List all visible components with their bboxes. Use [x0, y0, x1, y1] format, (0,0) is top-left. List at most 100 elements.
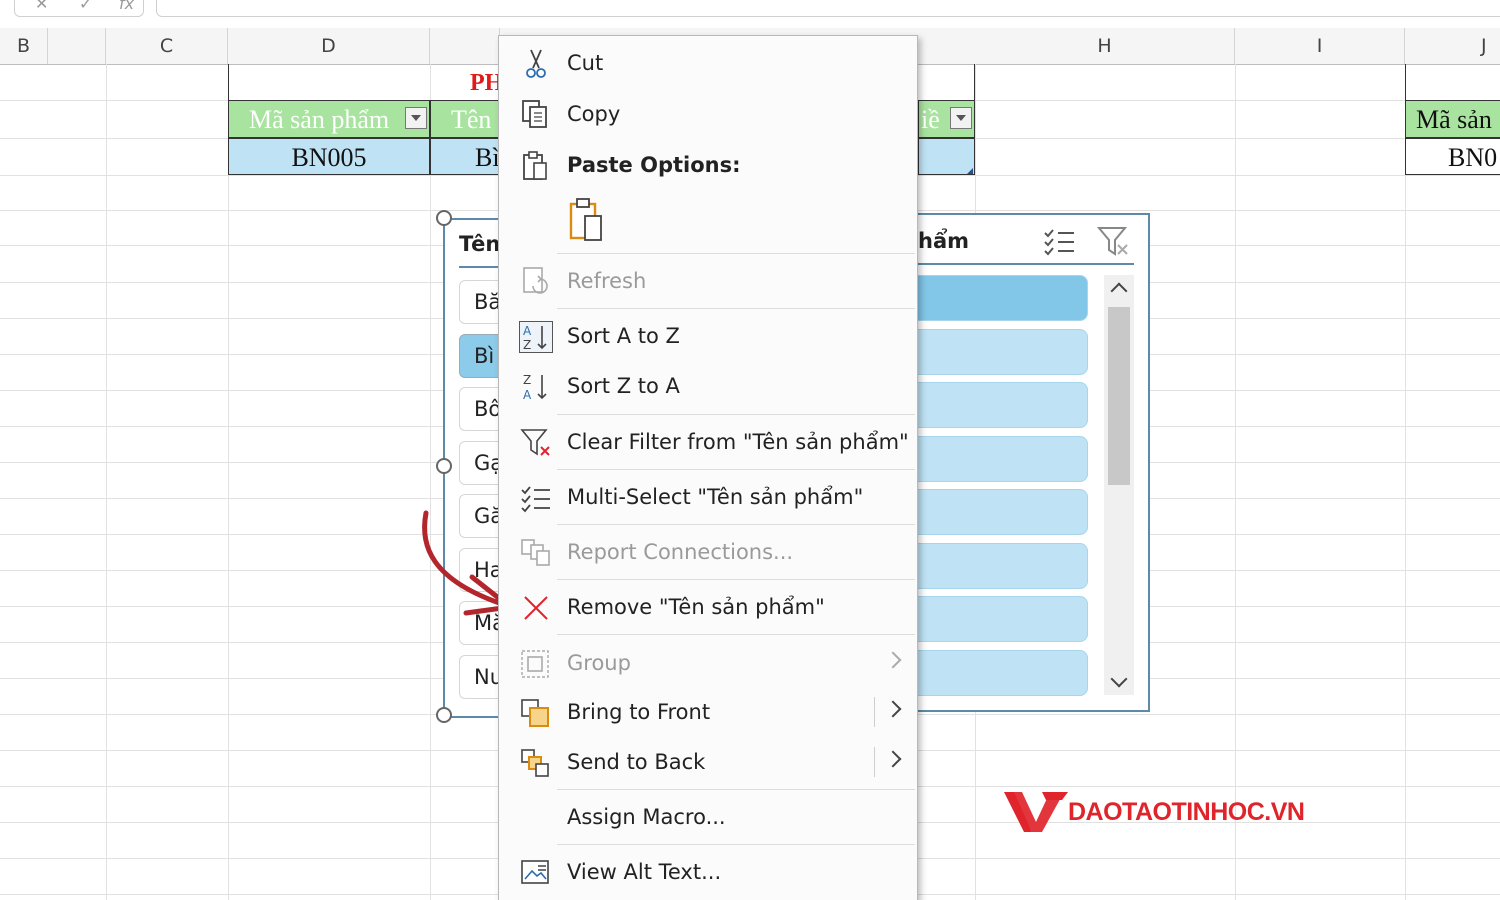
- svg-text:A: A: [523, 324, 532, 338]
- menu-label: Multi-Select "Tên sản phẩm": [567, 485, 864, 509]
- header-label: iề: [921, 105, 940, 134]
- logo-v-icon: [1004, 792, 1068, 832]
- column-header-i[interactable]: I: [1235, 28, 1405, 64]
- menu-label: Cut: [567, 51, 604, 75]
- report-connections-icon: [519, 537, 553, 569]
- menu-item-assign-macro[interactable]: Assign Macro...: [499, 794, 917, 840]
- menu-item-report-connections[interactable]: Report Connections...: [499, 529, 917, 575]
- menu-item-refresh[interactable]: Refresh: [499, 258, 917, 304]
- column-gridline: [106, 64, 107, 900]
- watermark-text: DAOTAOTINHOC.VN: [1068, 798, 1305, 826]
- resize-handle-bottom[interactable]: [436, 707, 452, 723]
- slicer-item[interactable]: [912, 275, 1088, 321]
- slicer-item[interactable]: [912, 328, 1088, 375]
- slicer-ten-san-pham-left[interactable]: Tên Bă Bì Bô Gạ Gă Ha Mă Nu: [443, 218, 519, 718]
- function-icon[interactable]: fx: [119, 0, 134, 13]
- confirm-icon[interactable]: ✓: [79, 0, 92, 13]
- menu-label: Paste Options:: [567, 153, 741, 177]
- menu-label: View Alt Text...: [567, 860, 722, 884]
- menu-item-paste-options: Paste Options:: [499, 142, 917, 188]
- scroll-up-icon[interactable]: [1110, 282, 1128, 300]
- menu-label: Copy: [567, 102, 621, 126]
- right-table-border: [1405, 64, 1500, 100]
- menu-item-bring-to-front[interactable]: Bring to Front: [499, 689, 917, 735]
- menu-label: Report Connections...: [567, 540, 794, 564]
- right-table-cell[interactable]: BN0: [1405, 138, 1500, 175]
- multi-select-icon: [519, 482, 553, 514]
- menu-item-view-alt-text[interactable]: View Alt Text...: [499, 849, 917, 895]
- table-header-ma-san-pham[interactable]: Mã sản phẩm: [228, 100, 430, 138]
- menu-label: Sort Z to A: [567, 374, 680, 398]
- menu-item-multi-select[interactable]: Multi-Select "Tên sản phẩm": [499, 474, 917, 520]
- clear-filter-icon[interactable]: [1096, 225, 1132, 257]
- column-header-b-rest: [48, 28, 106, 64]
- paste-option-button[interactable]: [565, 196, 611, 244]
- slicer-item[interactable]: [912, 596, 1088, 642]
- table-cell-ma[interactable]: BN005: [228, 138, 430, 175]
- context-menu: Cut Copy Paste Options: Refresh AZ Sort …: [498, 35, 918, 900]
- svg-text:Z: Z: [523, 338, 531, 352]
- menu-item-cut[interactable]: Cut: [499, 40, 917, 86]
- submenu-arrow-icon[interactable]: [884, 700, 902, 718]
- formula-input[interactable]: [156, 0, 1500, 17]
- table-cell-ten[interactable]: Bì: [430, 138, 500, 175]
- resize-handle-middle[interactable]: [436, 458, 452, 474]
- column-header-d[interactable]: D: [228, 28, 430, 64]
- refresh-icon: [519, 266, 553, 298]
- table-header-tien[interactable]: iề: [918, 100, 975, 138]
- column-header-h[interactable]: H: [975, 28, 1235, 64]
- column-header-j[interactable]: J: [1405, 28, 1500, 64]
- submenu-arrow-icon[interactable]: [884, 750, 902, 768]
- slicer-item[interactable]: [912, 489, 1088, 535]
- menu-label: Bring to Front: [567, 700, 711, 724]
- submenu-arrow-icon: [884, 651, 902, 669]
- slicer-title: hẩm: [918, 229, 970, 253]
- watermark-logo: DAOTAOTINHOC.VN: [1002, 786, 1362, 838]
- remove-x-icon: [519, 592, 553, 624]
- bring-front-icon: [519, 697, 553, 729]
- group-icon: [519, 648, 553, 680]
- sort-z-a-icon: ZA: [519, 371, 553, 403]
- column-header-b[interactable]: B: [0, 28, 48, 64]
- filter-dropdown-icon[interactable]: [405, 107, 427, 129]
- multi-select-icon[interactable]: [1042, 225, 1078, 257]
- right-table-header[interactable]: Mã sản: [1405, 100, 1500, 138]
- slicer-item[interactable]: [912, 542, 1088, 589]
- slicer-ten-san-pham-right[interactable]: hẩm: [912, 213, 1150, 712]
- filter-dropdown-icon[interactable]: [950, 107, 972, 129]
- column-header-e[interactable]: [430, 28, 500, 64]
- menu-separator: [557, 469, 915, 470]
- menu-separator: [557, 253, 915, 254]
- column-gridline: [228, 64, 229, 900]
- slicer-title-underline: [912, 263, 1134, 265]
- menu-item-group[interactable]: Group: [499, 640, 917, 686]
- menu-item-send-to-back[interactable]: Send to Back: [499, 739, 917, 785]
- menu-item-copy[interactable]: Copy: [499, 91, 917, 137]
- slicer-item[interactable]: [912, 382, 1088, 428]
- menu-item-clear-filter[interactable]: Clear Filter from "Tên sản phẩm": [499, 419, 917, 465]
- table-header-ten-san-pham[interactable]: Tên: [430, 100, 500, 138]
- column-gridline: [1235, 64, 1236, 900]
- column-gridline: [1405, 64, 1406, 900]
- scroll-thumb[interactable]: [1108, 307, 1130, 485]
- menu-item-sort-z-a[interactable]: ZA Sort Z to A: [499, 363, 917, 409]
- menu-label: Remove "Tên sản phẩm": [567, 595, 825, 619]
- scroll-down-icon[interactable]: [1110, 670, 1128, 688]
- cancel-icon[interactable]: ✕: [35, 0, 48, 13]
- menu-label: Assign Macro...: [567, 805, 726, 829]
- sort-a-z-icon: AZ: [519, 321, 553, 353]
- paste-keep-source-icon: [569, 198, 602, 241]
- slicer-item[interactable]: [912, 649, 1088, 696]
- menu-item-sort-a-z[interactable]: AZ Sort A to Z: [499, 313, 917, 359]
- slicer-item[interactable]: [912, 435, 1088, 482]
- resize-handle-top[interactable]: [436, 210, 452, 226]
- menu-label: Send to Back: [567, 750, 706, 774]
- name-box[interactable]: ✕ ✓ fx: [14, 0, 144, 17]
- slicer-scrollbar[interactable]: [1104, 275, 1134, 695]
- menu-item-remove[interactable]: Remove "Tên sản phẩm": [499, 584, 917, 630]
- alt-text-icon: [519, 857, 553, 889]
- column-header-c[interactable]: C: [106, 28, 228, 64]
- menu-label: Refresh: [567, 269, 647, 293]
- table-resize-handle-icon[interactable]: [967, 168, 973, 174]
- menu-separator: [557, 789, 915, 790]
